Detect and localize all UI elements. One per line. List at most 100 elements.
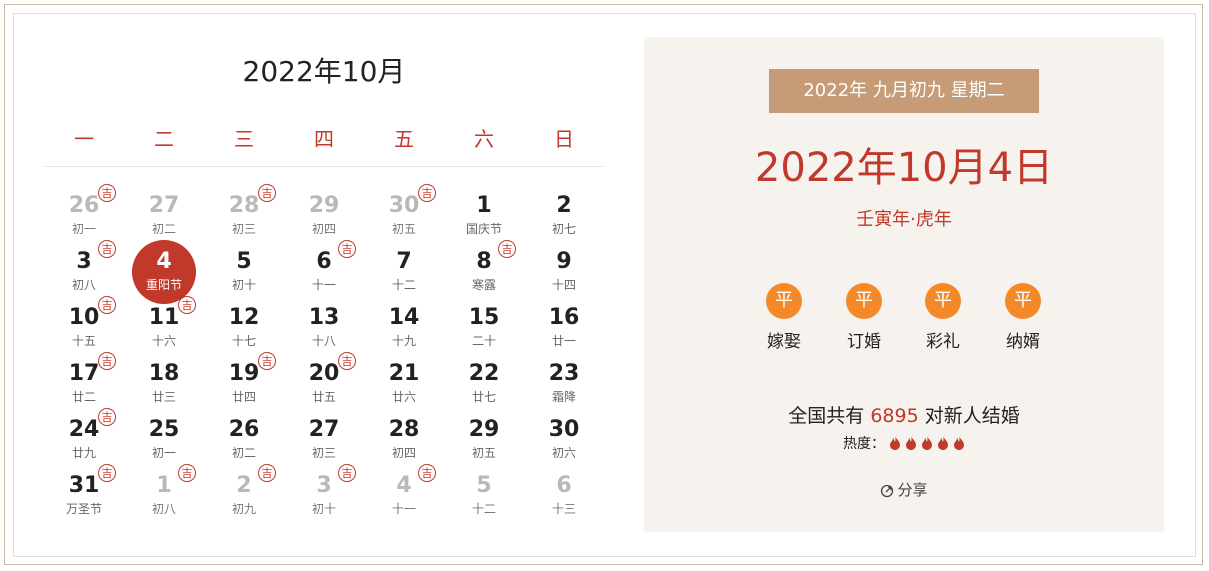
auspicious-badge: 吉 (98, 464, 116, 482)
day-number: 4 (156, 249, 172, 274)
lunar-day: 初五 (391, 222, 416, 236)
day-cell[interactable]: 11 十六吉 (124, 296, 204, 358)
day-cell[interactable]: 21 廿六 (364, 358, 444, 414)
lunar-day: 初四 (311, 222, 336, 236)
lunar-day: 廿二 (71, 390, 96, 404)
fortune-label: 彩礼 (926, 332, 960, 352)
day-cell[interactable]: 29 初四 (284, 190, 364, 246)
heat-flames (885, 436, 965, 452)
day-cell[interactable]: 15 二十 (444, 302, 524, 358)
lunar-day: 十四 (551, 278, 576, 292)
lunar-day: 十八 (311, 334, 336, 348)
day-cell[interactable]: 25 初一 (124, 414, 204, 470)
day-cell[interactable]: 13 十八 (284, 302, 364, 358)
day-number: 12 (228, 305, 260, 330)
week-row: 10 十五吉 11 十六吉 12 十七 13 十八 14 十九 15 二十 16 廿一 (44, 296, 604, 358)
lunar-day: 初九 (231, 502, 256, 516)
lunar-day: 重阳节 (145, 278, 182, 292)
day-cell[interactable]: 19 廿四吉 (204, 352, 284, 414)
day-number: 27 (148, 193, 180, 218)
day-number: 25 (148, 417, 180, 442)
lunar-day: 十一 (391, 502, 416, 516)
day-cell[interactable]: 28 初四 (364, 414, 444, 470)
day-number: 26 (228, 417, 260, 442)
couples-count: 6895 (870, 405, 919, 427)
day-cell[interactable]: 29 初五 (444, 414, 524, 470)
lunar-day: 十三 (551, 502, 576, 516)
day-cell[interactable]: 12 十七 (204, 302, 284, 358)
day-number: 13 (308, 305, 340, 330)
auspicious-badge: 吉 (98, 408, 116, 426)
lunar-day: 初四 (391, 446, 416, 460)
lunar-day: 廿三 (151, 390, 176, 404)
weekday-mon: 一 (74, 127, 94, 151)
day-cell[interactable]: 22 廿七 (444, 358, 524, 414)
day-cell[interactable]: 5 十二 (444, 470, 524, 526)
day-number: 21 (388, 361, 420, 386)
lunar-day: 初二 (151, 222, 176, 236)
day-cell[interactable]: 10 十五吉 (44, 296, 124, 358)
lunar-day: 初八 (151, 502, 176, 516)
auspicious-badge: 吉 (258, 352, 276, 370)
auspicious-badge: 吉 (418, 184, 436, 202)
couples-prefix: 全国共有 (788, 405, 871, 427)
day-cell[interactable]: 6 十一吉 (284, 240, 364, 302)
auspicious-badge: 吉 (498, 240, 516, 258)
day-number: 5 (476, 473, 492, 498)
couples-count-line: 全国共有 6895 对新人结婚 (644, 401, 1164, 428)
day-cell[interactable]: 27 初二 (124, 190, 204, 246)
auspicious-badge: 吉 (178, 464, 196, 482)
day-cell[interactable]: 5 初十 (204, 246, 284, 302)
weekday-fri: 五 (394, 127, 414, 151)
day-cell[interactable]: 3 初八吉 (44, 240, 124, 302)
day-cell[interactable]: 6 十三 (524, 470, 604, 526)
lunar-day: 十一 (311, 278, 336, 292)
day-cell[interactable]: 8 寒露吉 (444, 240, 524, 302)
auspicious-badge: 吉 (418, 464, 436, 482)
auspicious-badge: 吉 (98, 184, 116, 202)
day-cell[interactable]: 2 初九吉 (204, 464, 284, 526)
lunar-day: 霜降 (551, 390, 576, 404)
day-cell[interactable]: 7 十二 (364, 246, 444, 302)
fortune-level-badge: 平 (846, 283, 882, 319)
fortune-marriage: 平 嫁娶 (754, 283, 814, 352)
day-cell[interactable]: 1 初八吉 (124, 464, 204, 526)
lunar-day: 初十 (231, 278, 256, 292)
day-cell-selected[interactable]: 4 重阳节 (124, 240, 204, 304)
fortune-label: 订婚 (847, 332, 881, 352)
weekday-thu: 四 (314, 127, 334, 151)
day-cell[interactable]: 23 霜降 (524, 358, 604, 414)
day-grid: 26 初一吉 27 初二 28 初三吉 29 初四 30 初五吉 1 国庆节 2 初七 3 初八吉 4 重阳节 5 初… (44, 184, 604, 526)
day-cell[interactable]: 9 十四 (524, 246, 604, 302)
day-cell[interactable]: 24 廿九吉 (44, 408, 124, 470)
auspicious-badge: 吉 (98, 352, 116, 370)
day-cell[interactable]: 27 初三 (284, 414, 364, 470)
day-cell[interactable]: 4 十一吉 (364, 464, 444, 526)
share-button[interactable]: 分享 (644, 479, 1164, 500)
day-cell[interactable]: 18 廿三 (124, 358, 204, 414)
flame-icon (906, 436, 916, 450)
auspicious-badge: 吉 (178, 296, 196, 314)
day-cell[interactable]: 26 初二 (204, 414, 284, 470)
day-cell[interactable]: 26 初一吉 (44, 184, 124, 246)
day-cell[interactable]: 17 廿二吉 (44, 352, 124, 414)
lunar-day: 十六 (151, 334, 176, 348)
day-cell[interactable]: 30 初五吉 (364, 184, 444, 246)
day-cell[interactable]: 1 国庆节 (444, 190, 524, 246)
lunar-day: 初三 (231, 222, 256, 236)
fortune-engagement: 平 订婚 (834, 283, 894, 352)
weekday-sat: 六 (474, 127, 494, 151)
lunar-day: 初二 (231, 446, 256, 460)
day-cell[interactable]: 20 廿五吉 (284, 352, 364, 414)
day-cell[interactable]: 30 初六 (524, 414, 604, 470)
flame-icon (954, 436, 964, 450)
day-cell[interactable]: 2 初七 (524, 190, 604, 246)
lunar-day: 初一 (151, 446, 176, 460)
day-cell[interactable]: 31 万圣节吉 (44, 464, 124, 526)
day-cell[interactable]: 3 初十吉 (284, 464, 364, 526)
day-cell[interactable]: 28 初三吉 (204, 184, 284, 246)
flame-icon (890, 436, 900, 450)
day-cell[interactable]: 16 廿一 (524, 302, 604, 358)
selected-date: 2022年10月4日 (754, 145, 1054, 191)
day-cell[interactable]: 14 十九 (364, 302, 444, 358)
